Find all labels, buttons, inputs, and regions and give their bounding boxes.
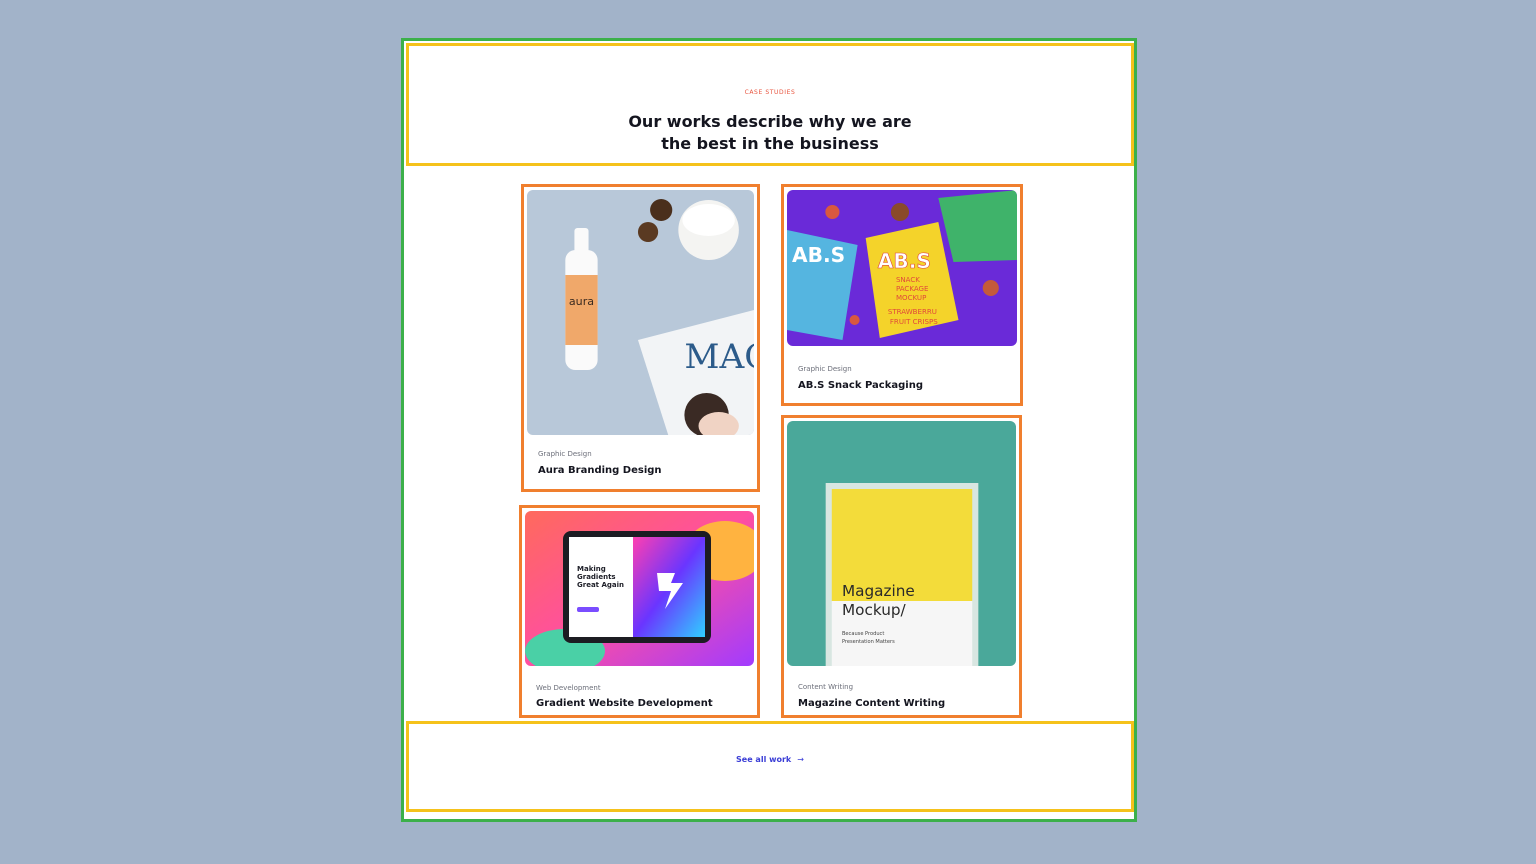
yellow-bag-line-2: PACKAGE xyxy=(896,284,929,293)
tablet-heading-3: Great Again xyxy=(577,581,624,589)
section-eyebrow: CASE STUDIES xyxy=(744,89,796,96)
card-category: Content Writing xyxy=(798,683,854,691)
magazine-heading-2: Mockup/ xyxy=(842,601,907,619)
magazine-sub-2: Presentation Matters xyxy=(842,639,895,645)
blue-bag-logo: AB.S xyxy=(792,243,845,267)
case-card-aura[interactable]: MAG aura Graphic Design Aura Branding De… xyxy=(521,184,760,492)
yellow-bag-line-1: SNACK xyxy=(896,275,920,284)
abs-snack-image: AB.S AB.S SNACK PACKAGE MOCKUP STRAWBERR… xyxy=(787,190,1017,346)
card-title[interactable]: Aura Branding Design xyxy=(538,465,662,476)
case-card-abs[interactable]: AB.S AB.S SNACK PACKAGE MOCKUP STRAWBERR… xyxy=(781,184,1023,406)
section-headline: Our works describe why we are the best i… xyxy=(409,111,1131,155)
arrow-right-icon[interactable]: → xyxy=(797,755,804,764)
bottle-label-text: aura xyxy=(569,295,594,308)
magazine-heading-1: Magazine xyxy=(842,582,915,600)
yellow-bag-line-3: MOCKUP xyxy=(896,293,926,302)
card-category: Web Development xyxy=(536,684,601,692)
card-category: Graphic Design xyxy=(538,450,592,458)
case-card-gradient[interactable]: Making Gradients Great Again Web Develop… xyxy=(519,505,760,718)
gradient-tablet-image: Making Gradients Great Again xyxy=(525,511,754,666)
card-title[interactable]: Magazine Content Writing xyxy=(798,698,945,709)
magazine-sub-1: Because Product xyxy=(842,631,884,637)
tablet-heading-2: Gradients xyxy=(577,573,616,581)
yellow-bag-logo: AB.S xyxy=(878,249,931,273)
card-title[interactable]: Gradient Website Development xyxy=(536,698,713,709)
card-category: Graphic Design xyxy=(798,365,852,373)
magazine-image: Magazine Mockup/ Because Product Present… xyxy=(787,421,1016,666)
yellow-bag-flavor-2: FRUIT CRISPS xyxy=(890,317,938,326)
yellow-bag-flavor-1: STRAWBERRU xyxy=(888,307,937,316)
case-studies-section: CASE STUDIES Our works describe why we a… xyxy=(401,38,1137,822)
aura-image: MAG aura xyxy=(527,190,754,435)
headline-line-2: the best in the business xyxy=(661,134,879,153)
section-header: CASE STUDIES Our works describe why we a… xyxy=(406,43,1134,166)
headline-line-1: Our works describe why we are xyxy=(628,112,912,131)
tablet-heading-1: Making xyxy=(577,565,606,573)
see-all-label[interactable]: See all work xyxy=(736,755,791,764)
magazine-cover-text: MAG xyxy=(684,337,754,377)
section-footer: See all work → xyxy=(406,721,1134,812)
card-title[interactable]: AB.S Snack Packaging xyxy=(798,380,923,391)
case-card-magazine[interactable]: Magazine Mockup/ Because Product Present… xyxy=(781,415,1022,718)
see-all-work-link[interactable]: See all work → xyxy=(409,755,1131,764)
